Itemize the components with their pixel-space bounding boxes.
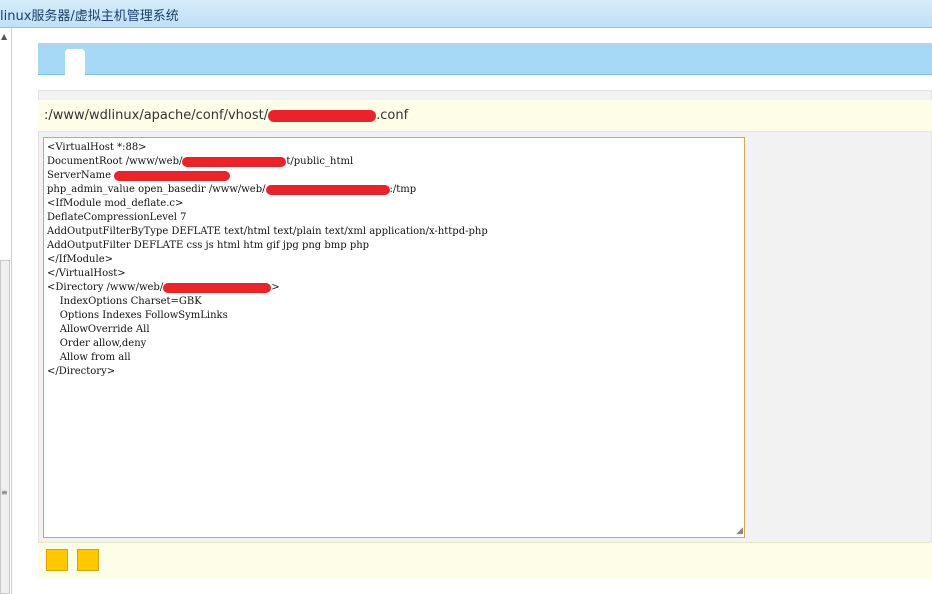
resize-handle-icon[interactable]: ◢ [736, 527, 743, 536]
code-line: </IfModule> [47, 254, 113, 265]
code-line: Allow from all [47, 352, 131, 363]
file-path-prefix: :/www/wdlinux/apache/conf/vhost/ [44, 108, 269, 123]
window-titlebar: linux服务器/虚拟主机管理系统 [0, 0, 932, 28]
action-toolbar [38, 542, 932, 578]
redacted-block [163, 282, 272, 293]
code-line: > [271, 282, 280, 293]
left-frame-scrollbar[interactable]: ▲ ≡ [0, 28, 12, 594]
code-line: php_admin_value open_basedir /www/web/ [47, 184, 266, 195]
code-line: <IfModule mod_deflate.c> [47, 198, 184, 209]
redacted-block [182, 156, 287, 167]
code-line: DeflateCompressionLevel 7 [47, 212, 187, 223]
redacted-block [265, 184, 390, 195]
code-line: AddOutputFilter DEFLATE css js html htm … [47, 240, 370, 251]
redacted-block [114, 170, 231, 181]
file-path-bar: :/www/wdlinux/apache/conf/vhost/ .conf [38, 100, 932, 132]
back-button[interactable] [77, 549, 99, 571]
code-line: Options Indexes FollowSymLinks [47, 310, 228, 321]
scroll-up-arrow-icon[interactable]: ▲ [1, 32, 7, 41]
code-line: IndexOptions Charset=GBK [47, 296, 202, 307]
code-line: </Directory> [47, 366, 116, 377]
code-line: Order allow,deny [47, 338, 147, 349]
window-title: linux服务器/虚拟主机管理系统 [0, 9, 179, 24]
code-line: t/public_html [286, 156, 354, 167]
save-button[interactable] [46, 549, 68, 571]
panel-header [38, 43, 932, 75]
config-code[interactable]: <VirtualHost *:88> DocumentRoot /www/web… [47, 141, 488, 379]
scrollbar-thumb[interactable] [0, 260, 10, 594]
code-line: AddOutputFilterByType DEFLATE text/html … [47, 226, 488, 237]
file-path-suffix: .conf [376, 108, 409, 123]
config-textarea[interactable]: <VirtualHost *:88> DocumentRoot /www/web… [43, 137, 745, 538]
code-line: DocumentRoot /www/web/ [47, 156, 183, 167]
code-line: <VirtualHost *:88> [47, 142, 147, 153]
code-line: :/tmp [389, 184, 417, 195]
code-line: ServerName [47, 170, 115, 181]
redacted-block [268, 109, 377, 122]
code-line: <Directory /www/web/ [47, 282, 164, 293]
file-path: :/www/wdlinux/apache/conf/vhost/ .conf [44, 108, 408, 123]
code-line: </VirtualHost> [47, 268, 126, 279]
code-line: AllowOverride All [47, 324, 150, 335]
panel-tab[interactable] [65, 49, 85, 75]
grip-icon: ≡ [1, 488, 8, 497]
